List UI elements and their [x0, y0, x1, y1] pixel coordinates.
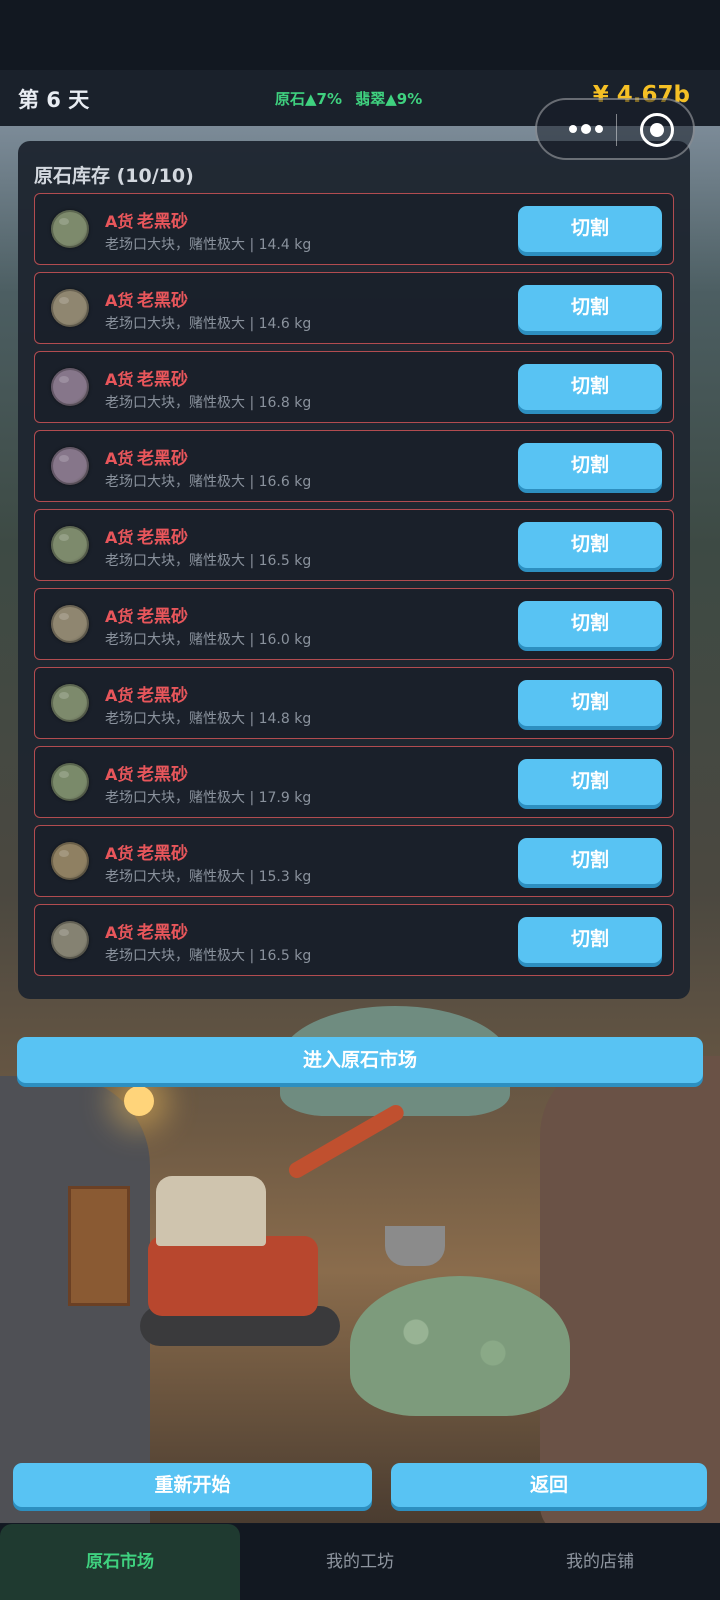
cut-button[interactable]: 切割: [518, 680, 662, 726]
item-grade: A货: [105, 528, 134, 547]
excavator-body: [148, 1236, 318, 1316]
cut-button[interactable]: 切割: [518, 917, 662, 963]
more-dots-icon[interactable]: [557, 118, 617, 142]
item-grade: A货: [105, 291, 134, 310]
rough-stone-icon: [51, 289, 89, 327]
rock-cliff-right: [540, 1056, 720, 1523]
inventory-item: A货 老黑砂老场口大块，赌性极大 | 17.9 kg 切割: [34, 746, 674, 818]
cut-button[interactable]: 切割: [518, 285, 662, 331]
rough-stone-icon: [51, 210, 89, 248]
inventory-item: A货 老黑砂老场口大块，赌性极大 | 14.4 kg 切割: [34, 193, 674, 265]
inventory-title: 原石库存 (10/10): [34, 165, 194, 187]
inventory-item: A货 老黑砂老场口大块，赌性极大 | 16.8 kg 切割: [34, 351, 674, 423]
item-grade: A货: [105, 686, 134, 705]
item-grade: A货: [105, 449, 134, 468]
capsule-divider: [616, 114, 617, 146]
rough-stone-icon: [51, 447, 89, 485]
stone-pile-front: [350, 1276, 570, 1416]
item-description: 老场口大块，赌性极大 | 16.5 kg: [105, 553, 312, 569]
rough-stone-icon: [51, 368, 89, 406]
item-grade: A货: [105, 370, 134, 389]
item-grade: A货: [105, 923, 134, 942]
item-name: 老黑砂: [137, 291, 188, 311]
item-name: 老黑砂: [137, 449, 188, 469]
item-description: 老场口大块，赌性极大 | 17.9 kg: [105, 790, 312, 806]
price-changes: 原石▲7% 翡翠▲9%: [275, 88, 430, 109]
item-description: 老场口大块，赌性极大 | 16.0 kg: [105, 632, 312, 648]
item-name: 老黑砂: [137, 765, 188, 785]
mini-program-capsule: [535, 98, 695, 160]
item-grade: A货: [105, 212, 134, 231]
item-name: 老黑砂: [137, 528, 188, 548]
inventory-panel: 原石库存 (10/10) A货 老黑砂 老场口大块，赌性极大 | 14.4 kg 切割…: [18, 141, 690, 999]
cut-button[interactable]: 切割: [518, 601, 662, 647]
rough-stone-icon: [51, 842, 89, 880]
inventory-item: A货 老黑砂老场口大块，赌性极大 | 14.8 kg 切割: [34, 667, 674, 739]
item-grade: A货: [105, 607, 134, 626]
item-description: 老场口大块，赌性极大 | 15.3 kg: [105, 869, 312, 885]
back-button[interactable]: 返回: [391, 1463, 707, 1507]
cut-button[interactable]: 切割: [518, 759, 662, 805]
status-strip: [0, 0, 720, 70]
excavator-cab: [156, 1176, 266, 1246]
wooden-door: [68, 1186, 130, 1306]
rough-stone-icon: [51, 526, 89, 564]
cut-button[interactable]: 切割: [518, 522, 662, 568]
rough-stone-price-change: 原石▲7%: [275, 90, 343, 108]
item-description: 老场口大块，赌性极大 | 16.6 kg: [105, 474, 312, 490]
item-name: 老黑砂: [137, 923, 188, 943]
bottom-nav: 原石市场 我的工坊 我的店铺: [0, 1524, 720, 1600]
item-grade: A货: [105, 765, 134, 784]
inventory-item: A货 老黑砂老场口大块，赌性极大 | 16.6 kg 切割: [34, 430, 674, 502]
item-name: 老黑砂: [137, 844, 188, 864]
item-name: 老黑砂: [137, 686, 188, 706]
inventory-item: A货 老黑砂老场口大块，赌性极大 | 15.3 kg 切割: [34, 825, 674, 897]
cut-button[interactable]: 切割: [518, 838, 662, 884]
item-description: 老场口大块，赌性极大 | 14.6 kg: [105, 316, 312, 332]
rough-stone-icon: [51, 684, 89, 722]
item-description: 老场口大块，赌性极大 | 16.5 kg: [105, 948, 312, 964]
item-name: 老黑砂: [137, 370, 188, 390]
item-description: 老场口大块，赌性极大 | 14.8 kg: [105, 711, 312, 727]
lamp-icon: [124, 1086, 154, 1116]
item-name: 老黑砂: [137, 212, 188, 232]
tab-my-shop[interactable]: 我的店铺: [480, 1524, 720, 1600]
inventory-item: A货 老黑砂老场口大块，赌性极大 | 16.5 kg 切割: [34, 509, 674, 581]
tab-my-workshop[interactable]: 我的工坊: [240, 1524, 480, 1600]
restart-button[interactable]: 重新开始: [13, 1463, 372, 1507]
tab-stone-market[interactable]: 原石市场: [0, 1524, 240, 1600]
item-description: 老场口大块，赌性极大 | 16.8 kg: [105, 395, 312, 411]
item-grade: A货: [105, 844, 134, 863]
cut-button[interactable]: 切割: [518, 443, 662, 489]
rough-stone-icon: [51, 921, 89, 959]
item-name: 老黑砂: [137, 607, 188, 627]
close-target-icon[interactable]: [640, 113, 674, 147]
rough-stone-icon: [51, 763, 89, 801]
inventory-item: A货 老黑砂老场口大块，赌性极大 | 14.6 kg 切割: [34, 272, 674, 344]
day-label: 第 6 天: [18, 88, 90, 112]
enter-market-button[interactable]: 进入原石市场: [17, 1037, 703, 1083]
rough-stone-icon: [51, 605, 89, 643]
jade-price-change: 翡翠▲9%: [355, 90, 423, 108]
inventory-item: A货 老黑砂老场口大块，赌性极大 | 16.0 kg 切割: [34, 588, 674, 660]
inventory-item: A货 老黑砂老场口大块，赌性极大 | 16.5 kg 切割: [34, 904, 674, 976]
excavator-bucket: [385, 1226, 445, 1266]
cut-button[interactable]: 切割: [518, 364, 662, 410]
cut-button[interactable]: 切割: [518, 206, 662, 252]
item-description: 老场口大块，赌性极大 | 14.4 kg: [105, 237, 312, 253]
